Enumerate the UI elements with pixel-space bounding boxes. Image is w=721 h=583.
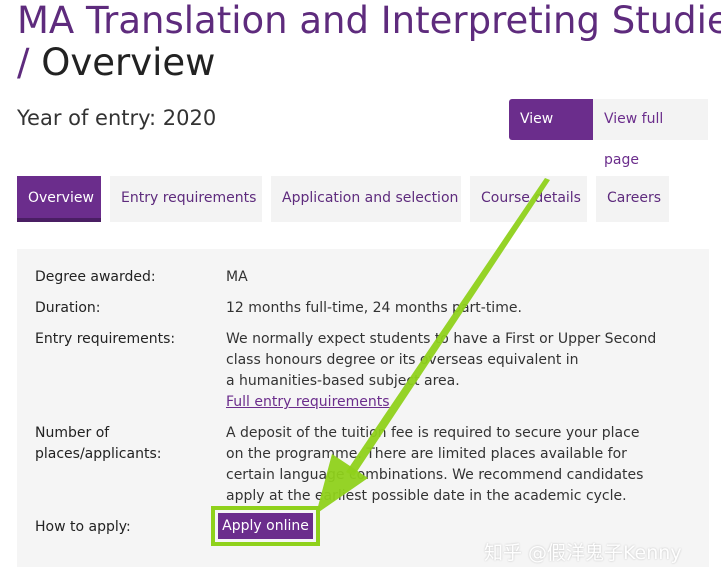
arrow-shaft (346, 178, 550, 476)
watermark: 知乎 @假洋鬼子Kenny (484, 542, 682, 564)
green-arrow-annotation (316, 178, 550, 514)
